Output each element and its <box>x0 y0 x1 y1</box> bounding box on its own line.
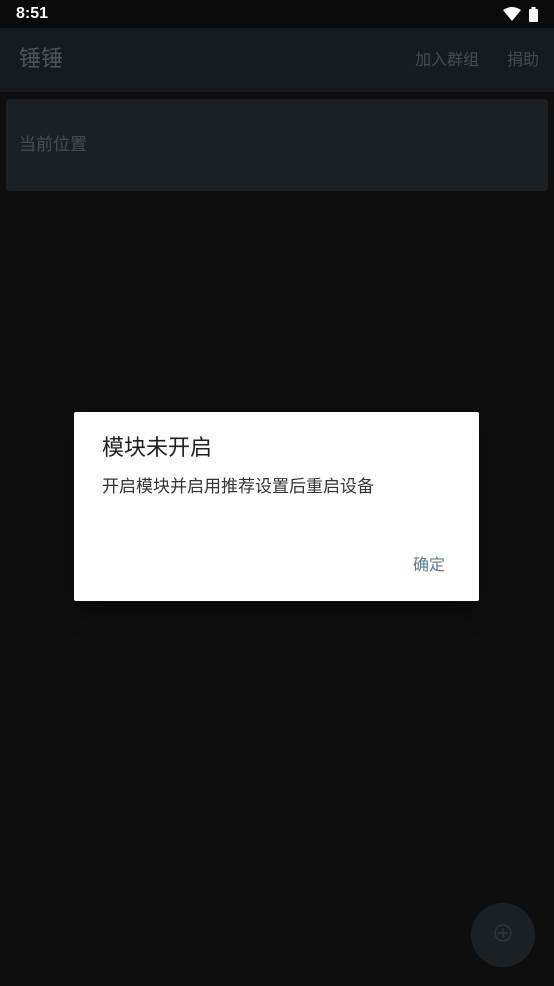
wifi-icon <box>503 7 521 21</box>
status-bar: 8:51 <box>0 0 554 28</box>
status-icons <box>503 6 538 22</box>
screen: 8:51 锤锤 加入群组 捐助 当前位置 模块未开启 开启模块并启用推荐设置后重… <box>0 0 554 986</box>
module-disabled-dialog: 模块未开启 开启模块并启用推荐设置后重启设备 确定 <box>74 412 479 601</box>
dialog-title: 模块未开启 <box>102 436 213 461</box>
status-time: 8:51 <box>16 5 49 22</box>
confirm-button[interactable]: 确定 <box>413 553 445 577</box>
battery-icon <box>529 6 538 22</box>
dialog-message: 开启模块并启用推荐设置后重启设备 <box>102 477 374 497</box>
